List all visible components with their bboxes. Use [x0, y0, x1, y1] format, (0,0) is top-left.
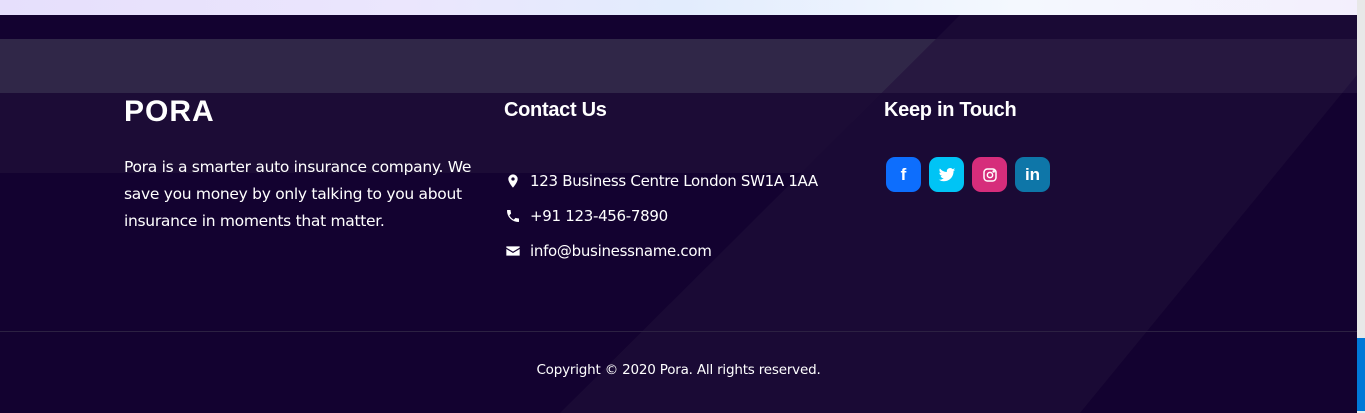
social-heading: Keep in Touch [884, 99, 1017, 121]
phone-text[interactable]: +91 123-456-7890 [530, 207, 668, 225]
twitter-button[interactable] [929, 157, 964, 192]
facebook-icon: f [900, 164, 907, 184]
page-top-section [0, 0, 1357, 15]
footer: PORA Pora is a smarter auto insurance co… [0, 15, 1357, 413]
contact-phone[interactable]: +91 123-456-7890 [504, 198, 818, 233]
phone-icon [507, 209, 519, 222]
footer-logo[interactable]: PORA [124, 95, 215, 129]
social-links: f in [886, 157, 1050, 192]
map-marker-icon [508, 173, 518, 188]
contact-heading: Contact Us [504, 99, 607, 121]
instagram-icon [982, 167, 997, 182]
email-text[interactable]: info@businessname.com [530, 242, 712, 260]
linkedin-icon: in [1024, 164, 1041, 184]
address-text: 123 Business Centre London SW1A 1AA [530, 171, 818, 190]
copyright-text: Copyright © 2020 Pora. All rights reserv… [536, 362, 821, 378]
instagram-button[interactable] [972, 157, 1007, 192]
company-description: Pora is a smarter auto insurance company… [124, 158, 472, 230]
contact-address: 123 Business Centre London SW1A 1AA [504, 163, 818, 198]
scroll-to-top-button[interactable] [1357, 338, 1365, 411]
envelope-icon [506, 245, 520, 256]
footer-divider [0, 331, 1357, 332]
linkedin-button[interactable]: in [1015, 157, 1050, 192]
facebook-button[interactable]: f [886, 157, 921, 192]
twitter-icon [938, 167, 955, 181]
contact-email[interactable]: info@businessname.com [504, 233, 818, 268]
contact-list: 123 Business Centre London SW1A 1AA +91 … [504, 163, 818, 268]
